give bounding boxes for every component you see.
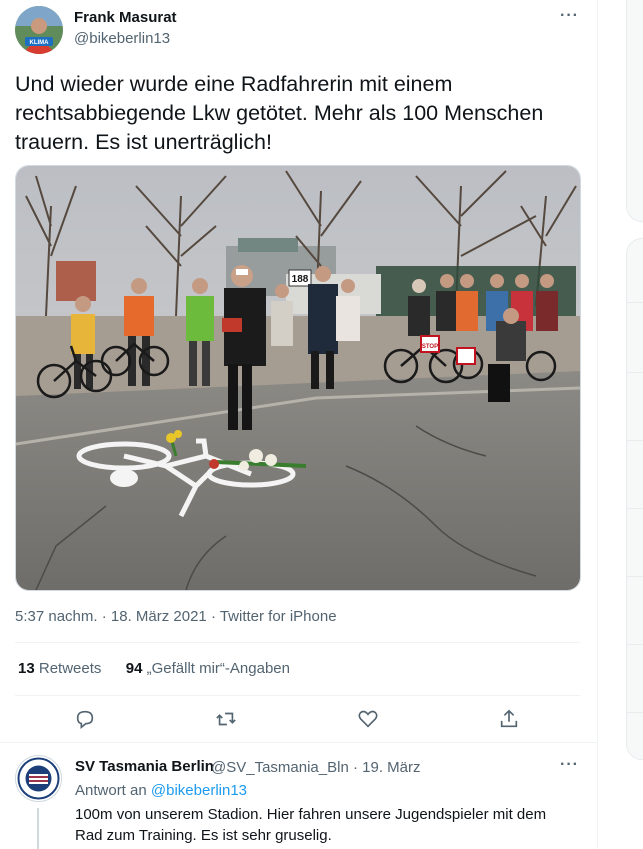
author-name[interactable]: Frank Masurat bbox=[74, 9, 177, 26]
divider bbox=[626, 712, 643, 713]
retweet-count-link[interactable]: 13 Retweets bbox=[18, 660, 101, 677]
more-icon[interactable]: ··· bbox=[560, 7, 579, 25]
author-avatar[interactable]: KLIMA bbox=[15, 6, 63, 54]
reply-avatar[interactable] bbox=[15, 755, 62, 802]
main-column: KLIMA Frank Masurat @bikeberlin13 ··· Un… bbox=[0, 0, 598, 849]
divider bbox=[15, 695, 580, 696]
like-icon[interactable] bbox=[357, 708, 379, 730]
retweet-label: Retweets bbox=[38, 660, 102, 677]
tweet-timestamp[interactable]: 5:37 nachm. · 18. März 2021 · Twitter fo… bbox=[15, 608, 337, 625]
photo-scene: 188 STOP bbox=[16, 166, 580, 590]
reply-text: 100m von unserem Stadion. Hier fahren un… bbox=[75, 806, 547, 844]
right-sidebar bbox=[598, 0, 643, 849]
retweet-icon[interactable] bbox=[215, 708, 237, 730]
reply-to-handle[interactable]: @bikeberlin13 bbox=[151, 782, 247, 799]
reply-to: Antwort an @bikeberlin13 bbox=[75, 782, 247, 799]
reply-icon[interactable] bbox=[74, 708, 96, 730]
sidebar-card bbox=[626, 238, 643, 760]
thread-line bbox=[37, 808, 39, 849]
like-count: 94 bbox=[125, 660, 143, 677]
divider bbox=[0, 742, 597, 743]
svg-text:KLIMA: KLIMA bbox=[30, 40, 50, 46]
divider bbox=[626, 576, 643, 577]
like-count-link[interactable]: 94 „Gefällt mir“-Angaben bbox=[126, 660, 290, 677]
tweet-text: Und wieder wurde eine Radfahrerin mit ei… bbox=[15, 72, 544, 154]
divider bbox=[626, 302, 643, 303]
svg-text:188: 188 bbox=[292, 274, 309, 285]
sidebar-card bbox=[626, 0, 643, 222]
tweet-actions bbox=[0, 700, 597, 740]
divider bbox=[626, 508, 643, 509]
divider bbox=[626, 440, 643, 441]
like-label: „Gefällt mir“-Angaben bbox=[146, 660, 290, 677]
author-handle[interactable]: @bikeberlin13 bbox=[74, 30, 170, 47]
reply-author-meta[interactable]: @SV_Tasmania_Bln · 19. März bbox=[211, 759, 420, 776]
svg-text:STOP: STOP bbox=[422, 344, 438, 350]
share-icon[interactable] bbox=[498, 708, 520, 730]
divider bbox=[626, 644, 643, 645]
tweet-photo[interactable]: 188 STOP bbox=[15, 165, 581, 591]
reply-more-icon[interactable]: ··· bbox=[560, 756, 579, 774]
reply-author-name[interactable]: SV Tasmania Berlin bbox=[75, 758, 214, 775]
divider bbox=[626, 372, 643, 373]
divider bbox=[15, 642, 580, 643]
tweet-stats: 13 Retweets 94 „Gefällt mir“-Angaben bbox=[18, 660, 290, 677]
retweet-count: 13 bbox=[18, 660, 35, 677]
reply-to-prefix: Antwort an bbox=[75, 782, 147, 799]
